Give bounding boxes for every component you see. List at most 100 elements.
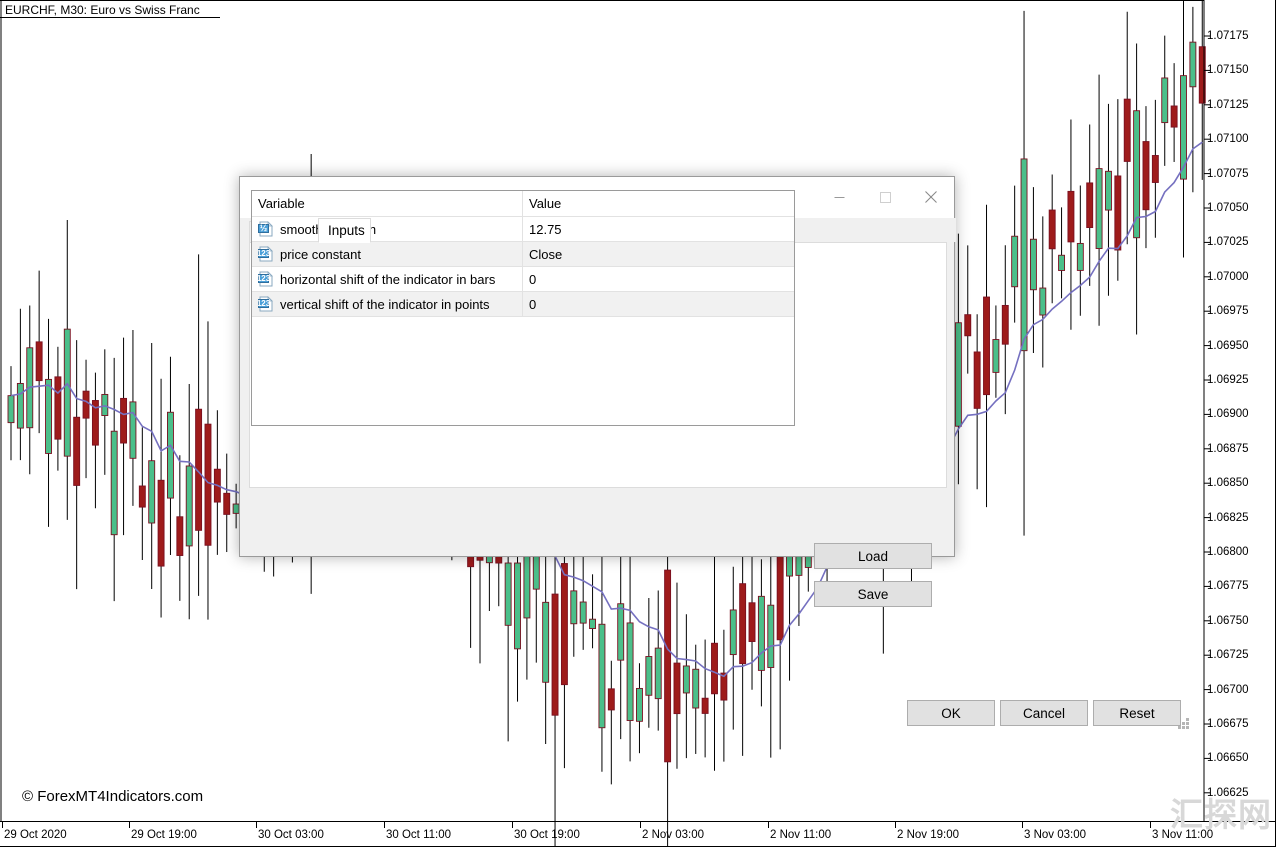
candle-bearish [1115, 176, 1121, 250]
candle-bullish [955, 323, 961, 426]
candle-bullish [627, 623, 633, 721]
table-row[interactable]: 123price constantClose [252, 242, 794, 267]
candle-bullish [130, 402, 136, 458]
candle-bullish [646, 657, 652, 696]
candle-bearish [36, 342, 42, 381]
candle-bearish [1068, 191, 1074, 242]
candle-bullish [590, 619, 596, 628]
candle-bearish [224, 493, 230, 514]
price-tick-label: 1.06625 [1207, 787, 1249, 799]
table-row[interactable]: 123 vertical shift of the indicator in po… [252, 292, 794, 317]
cell-variable: ½smoothing depth [252, 217, 522, 241]
candle-bearish [121, 398, 127, 443]
candle-bullish [1059, 255, 1065, 270]
integer-number-icon: 123 [258, 271, 274, 287]
candle-bearish [158, 480, 164, 566]
price-tick-label: 1.07150 [1207, 64, 1249, 76]
candle-bullish [167, 412, 173, 498]
candle-bullish [1021, 159, 1027, 351]
indicator-properties-dialog[interactable]: ema 1.00 CommonInputsColorsVisualization [239, 176, 955, 557]
svg-text:123: 123 [258, 299, 271, 308]
time-tick-label: 2 Nov 19:00 [897, 829, 959, 841]
cell-value[interactable]: Close [522, 242, 794, 266]
price-tick-label: 1.06950 [1207, 340, 1249, 352]
candle-bullish [505, 563, 511, 625]
variable-label: vertical shift of the indicator in point… [280, 297, 490, 312]
time-tick-label: 3 Nov 11:00 [1152, 829, 1213, 841]
time-tick-label: 2 Nov 11:00 [770, 829, 831, 841]
copyright-notice: © ForexMT4Indicators.com [22, 788, 203, 805]
candle-bearish [702, 698, 708, 713]
candle-bearish [608, 689, 614, 710]
candle-bearish [1049, 210, 1055, 249]
candle-bullish [758, 596, 764, 670]
price-tick-label: 1.06875 [1207, 443, 1249, 455]
price-tick-label: 1.06825 [1207, 512, 1249, 524]
minimize-icon [834, 192, 845, 203]
candle-bearish [1171, 106, 1177, 127]
price-tick-label: 1.07050 [1207, 202, 1249, 214]
candle-bullish [46, 379, 52, 453]
candle-bearish [749, 603, 755, 642]
column-header-variable: Variable [252, 191, 522, 216]
candle-bullish [655, 648, 661, 699]
cell-value[interactable]: 0 [522, 292, 794, 316]
candle-bullish [768, 605, 774, 667]
integer-number-icon: 123 [258, 296, 274, 312]
minimize-button[interactable] [816, 177, 862, 217]
candle-bearish [1087, 183, 1093, 228]
candle-bullish [1040, 288, 1046, 315]
maximize-button[interactable] [862, 177, 908, 217]
price-tick-label: 1.06750 [1207, 615, 1249, 627]
candle-bearish [1002, 305, 1008, 344]
save-button[interactable]: Save [814, 581, 932, 607]
candle-bullish [683, 666, 689, 693]
candle-bullish [1162, 78, 1168, 123]
cell-variable: 123 vertical shift of the indicator in po… [252, 292, 522, 316]
ok-button[interactable]: OK [907, 700, 995, 726]
candle-bullish [149, 461, 155, 523]
candle-bullish [17, 383, 23, 428]
time-tick-label: 30 Oct 03:00 [258, 829, 324, 841]
candle-bearish [205, 424, 211, 545]
cell-variable: 123horizontal shift of the indicator in … [252, 267, 522, 291]
candle-bearish [674, 663, 680, 714]
price-tick-label: 1.06725 [1207, 649, 1249, 661]
price-tick-label: 1.06800 [1207, 546, 1249, 558]
candle-bullish [1190, 42, 1196, 87]
close-icon [925, 191, 937, 203]
cell-value[interactable]: 0 [522, 267, 794, 291]
candle-bullish [730, 610, 736, 655]
candle-bullish [1012, 236, 1018, 287]
table-header-row: Variable Value [252, 191, 794, 217]
price-tick-label: 1.07175 [1207, 30, 1249, 42]
price-tick-label: 1.07125 [1207, 99, 1249, 111]
time-tick-label: 30 Oct 19:00 [514, 829, 580, 841]
time-tick-label: 29 Oct 19:00 [131, 829, 197, 841]
half-number-icon: ½ [258, 221, 274, 237]
candle-bearish [74, 417, 80, 485]
price-tick-label: 1.06900 [1207, 408, 1249, 420]
candle-bullish [515, 563, 521, 649]
candle-bullish [1077, 243, 1083, 270]
svg-text:123: 123 [258, 249, 271, 258]
candle-bearish [1124, 99, 1130, 161]
time-tick-label: 30 Oct 11:00 [386, 829, 451, 841]
candle-bearish [561, 564, 567, 685]
candle-bearish [965, 315, 971, 336]
load-button[interactable]: Load [814, 543, 932, 569]
reset-button[interactable]: Reset [1093, 700, 1181, 726]
chart-title: EURCHF, M30: Euro vs Swiss Franc [5, 3, 200, 17]
price-tick-label: 1.07100 [1207, 133, 1249, 145]
close-button[interactable] [908, 177, 954, 217]
time-tick-label: 29 Oct 2020 [4, 829, 67, 841]
cancel-button[interactable]: Cancel [1000, 700, 1088, 726]
resize-grip-icon[interactable] [1178, 718, 1190, 730]
cell-value[interactable]: 12.75 [522, 217, 794, 241]
candle-bullish [111, 431, 117, 534]
tab-inputs[interactable]: Inputs [318, 218, 371, 243]
price-tick-label: 1.06850 [1207, 477, 1249, 489]
price-tick-label: 1.06975 [1207, 305, 1249, 317]
time-tick-label: 3 Nov 03:00 [1024, 829, 1086, 841]
table-row[interactable]: 123horizontal shift of the indicator in … [252, 267, 794, 292]
